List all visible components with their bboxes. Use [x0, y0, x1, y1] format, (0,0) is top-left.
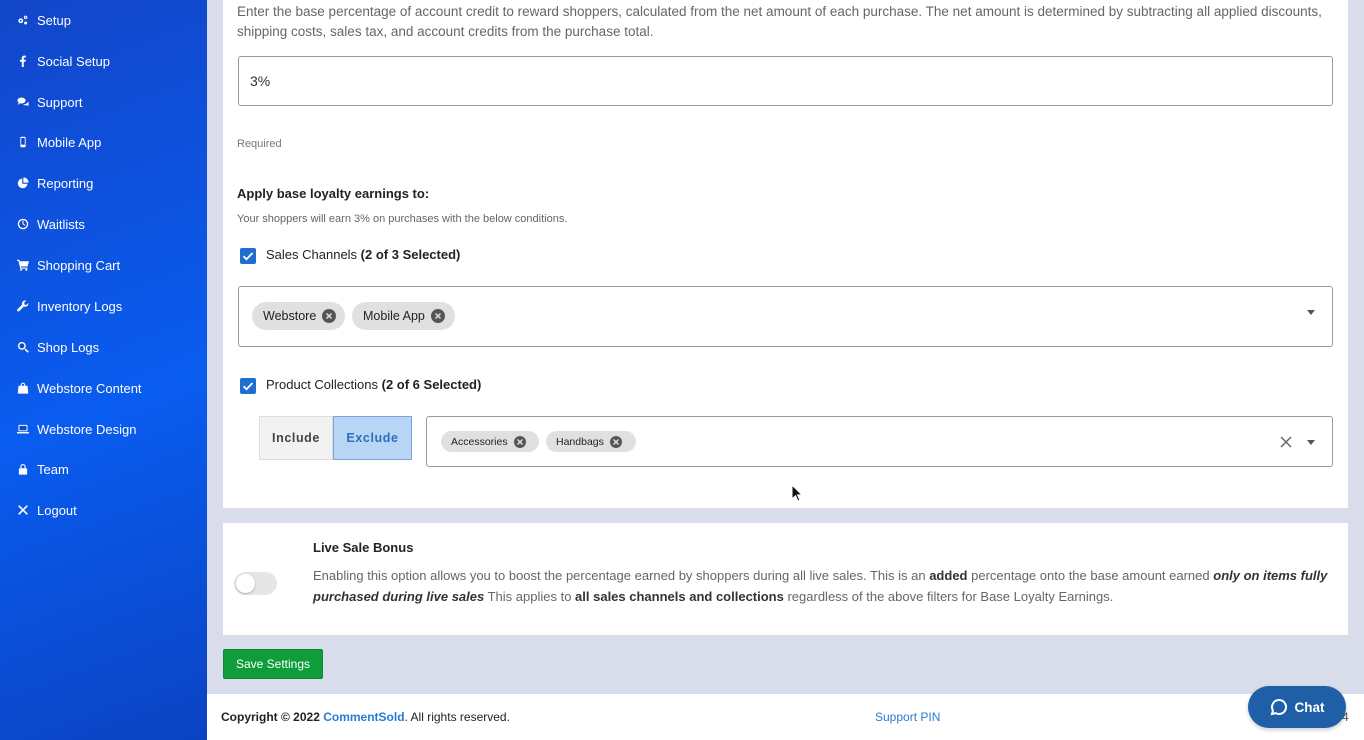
chip-webstore: Webstore: [252, 302, 345, 330]
sidebar-item-label: Waitlists: [37, 216, 85, 232]
desc-bold: all sales channels and collections: [575, 589, 784, 604]
chat-label: Chat: [1294, 699, 1325, 715]
search-icon: [16, 340, 30, 354]
remove-chip-icon[interactable]: [513, 435, 526, 448]
chat-button[interactable]: Chat: [1248, 686, 1346, 728]
laptop-icon: [16, 422, 30, 436]
required-hint: Required: [237, 138, 282, 150]
base-percentage-description: Enter the base percentage of account cre…: [237, 4, 1322, 39]
apply-earnings-subtitle: Your shoppers will earn 3% on purchases …: [237, 213, 568, 225]
desc-bold: added: [929, 568, 968, 583]
clear-selection-icon[interactable]: [1279, 435, 1293, 449]
sales-channels-count: (2 of 3 Selected): [360, 247, 461, 262]
remove-chip-icon[interactable]: [609, 435, 622, 448]
sidebar-item-waitlists[interactable]: Waitlists: [0, 212, 207, 236]
chevron-down-icon[interactable]: [1307, 440, 1315, 445]
live-sale-bonus-toggle[interactable]: [234, 572, 277, 595]
sidebar-item-shop-logs[interactable]: Shop Logs: [0, 335, 207, 359]
comments-icon: [16, 95, 30, 109]
sidebar-item-webstore-content[interactable]: Webstore Content: [0, 376, 207, 400]
sidebar-item-reporting[interactable]: Reporting: [0, 171, 207, 195]
sidebar-item-label: Team: [37, 461, 69, 477]
remove-chip-icon[interactable]: [322, 309, 337, 323]
sidebar-item-webstore-design[interactable]: Webstore Design: [0, 417, 207, 441]
chip-label: Handbags: [556, 435, 604, 448]
pie-chart-icon: [16, 176, 30, 190]
sales-channels-label: Sales Channels (2 of 3 Selected): [266, 247, 460, 262]
sidebar-item-label: Webstore Design: [37, 421, 137, 437]
facebook-icon: [16, 54, 30, 68]
sales-channels-text: Sales Channels: [266, 247, 361, 262]
copyright-prefix: Copyright © 2022: [221, 710, 324, 724]
save-settings-button[interactable]: Save Settings: [223, 649, 323, 679]
chat-bubble-icon: [1270, 698, 1287, 716]
chevron-down-icon[interactable]: [1307, 310, 1315, 315]
sidebar-item-team[interactable]: Team: [0, 457, 207, 481]
copyright-suffix: . All rights reserved.: [404, 710, 510, 724]
sidebar-item-label: Webstore Content: [37, 380, 142, 396]
mouse-cursor-icon: [791, 484, 803, 502]
sidebar: Setup Social Setup Support Mobile App Re…: [0, 0, 207, 740]
exclude-button[interactable]: Exclude: [333, 416, 412, 460]
lock-icon: [16, 462, 30, 476]
toggle-knob: [236, 574, 255, 593]
sidebar-item-label: Reporting: [37, 175, 94, 191]
base-percentage-input[interactable]: [238, 56, 1333, 106]
product-collections-checkbox[interactable]: [240, 378, 256, 394]
cart-icon: [16, 258, 30, 272]
clock-icon: [16, 217, 30, 231]
desc-text: percentage onto the base amount earned: [967, 568, 1214, 583]
chip-accessories: Accessories: [441, 431, 539, 452]
sidebar-item-inventory-logs[interactable]: Inventory Logs: [0, 294, 207, 318]
sidebar-item-support[interactable]: Support: [0, 90, 207, 114]
sidebar-item-mobile-app[interactable]: Mobile App: [0, 130, 207, 154]
chip-mobile-app: Mobile App: [352, 302, 455, 330]
desc-text: regardless of the above filters for Base…: [783, 589, 1114, 604]
sidebar-item-label: Setup: [37, 12, 71, 28]
support-pin-link[interactable]: Support PIN: [875, 710, 940, 724]
live-sale-bonus-description: Enabling this option allows you to boost…: [313, 565, 1338, 607]
checkmark-icon: [242, 382, 254, 391]
sales-channels-checkbox[interactable]: [240, 248, 256, 264]
live-sale-bonus-title: Live Sale Bonus: [313, 540, 414, 555]
sidebar-item-label: Shopping Cart: [37, 257, 121, 273]
brand-link[interactable]: CommentSold: [323, 710, 404, 724]
sidebar-item-shopping-cart[interactable]: Shopping Cart: [0, 253, 207, 277]
mobile-icon: [16, 135, 30, 149]
checkmark-icon: [242, 252, 254, 261]
shopping-bag-icon: [16, 381, 30, 395]
product-collections-count: (2 of 6 Selected): [381, 377, 482, 392]
sidebar-item-label: Support: [37, 94, 83, 110]
remove-chip-icon[interactable]: [430, 309, 445, 323]
sidebar-item-label: Social Setup: [37, 53, 110, 69]
desc-text: This applies to: [484, 589, 576, 604]
chip-label: Accessories: [451, 435, 508, 448]
sidebar-item-setup[interactable]: Setup: [0, 8, 207, 32]
sidebar-item-label: Logout: [37, 502, 77, 518]
chip-label: Mobile App: [363, 309, 425, 323]
chip-handbags: Handbags: [546, 431, 636, 452]
product-collections-label: Product Collections (2 of 6 Selected): [266, 377, 481, 392]
sidebar-item-logout[interactable]: Logout: [0, 498, 207, 522]
sidebar-item-label: Shop Logs: [37, 339, 100, 355]
desc-text: Enabling this option allows you to boost…: [313, 568, 930, 583]
close-icon: [16, 503, 30, 517]
copyright-text: Copyright © 2022 CommentSold. All rights…: [221, 710, 510, 724]
chip-label: Webstore: [263, 309, 317, 323]
sidebar-item-label: Inventory Logs: [37, 298, 123, 314]
product-collections-text: Product Collections: [266, 377, 382, 392]
wrench-icon: [16, 299, 30, 313]
sidebar-item-label: Mobile App: [37, 134, 102, 150]
apply-earnings-title: Apply base loyalty earnings to:: [237, 186, 430, 201]
include-button[interactable]: Include: [259, 416, 333, 460]
gears-icon: [16, 13, 30, 27]
sidebar-item-social-setup[interactable]: Social Setup: [0, 49, 207, 73]
